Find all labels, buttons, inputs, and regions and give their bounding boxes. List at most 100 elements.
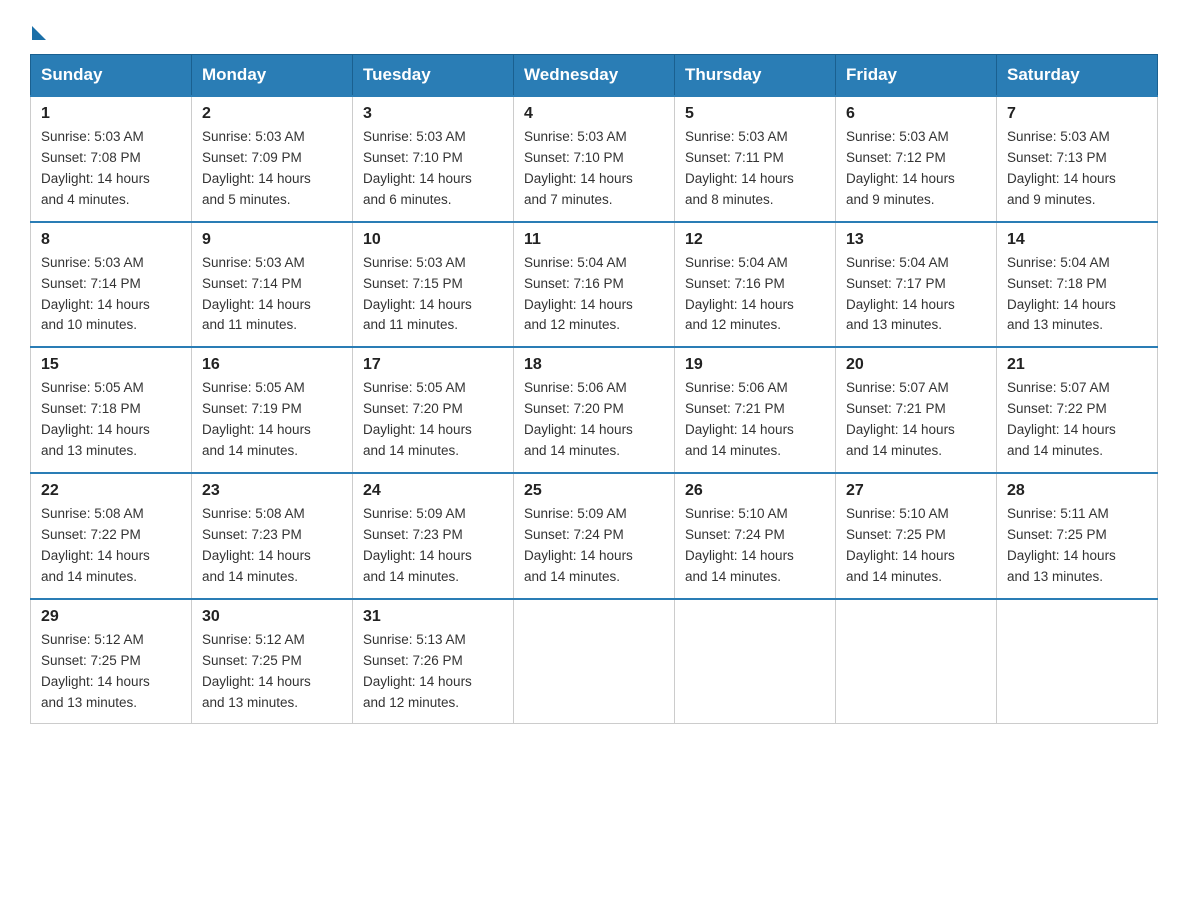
day-info: Sunrise: 5:03 AM Sunset: 7:11 PM Dayligh… — [685, 127, 825, 211]
day-number: 21 — [1007, 356, 1147, 374]
calendar-cell: 10 Sunrise: 5:03 AM Sunset: 7:15 PM Dayl… — [353, 222, 514, 348]
day-info: Sunrise: 5:12 AM Sunset: 7:25 PM Dayligh… — [202, 630, 342, 714]
calendar-cell — [836, 599, 997, 724]
column-header-thursday: Thursday — [675, 55, 836, 97]
day-info: Sunrise: 5:13 AM Sunset: 7:26 PM Dayligh… — [363, 630, 503, 714]
calendar-cell: 18 Sunrise: 5:06 AM Sunset: 7:20 PM Dayl… — [514, 347, 675, 473]
week-row-4: 22 Sunrise: 5:08 AM Sunset: 7:22 PM Dayl… — [31, 473, 1158, 599]
day-info: Sunrise: 5:06 AM Sunset: 7:20 PM Dayligh… — [524, 378, 664, 462]
calendar-cell: 2 Sunrise: 5:03 AM Sunset: 7:09 PM Dayli… — [192, 96, 353, 222]
day-number: 26 — [685, 482, 825, 500]
day-info: Sunrise: 5:09 AM Sunset: 7:24 PM Dayligh… — [524, 504, 664, 588]
day-info: Sunrise: 5:04 AM Sunset: 7:16 PM Dayligh… — [685, 253, 825, 337]
day-number: 17 — [363, 356, 503, 374]
day-number: 1 — [41, 105, 181, 123]
calendar-cell: 14 Sunrise: 5:04 AM Sunset: 7:18 PM Dayl… — [997, 222, 1158, 348]
day-number: 3 — [363, 105, 503, 123]
calendar-cell: 9 Sunrise: 5:03 AM Sunset: 7:14 PM Dayli… — [192, 222, 353, 348]
column-header-friday: Friday — [836, 55, 997, 97]
day-info: Sunrise: 5:03 AM Sunset: 7:09 PM Dayligh… — [202, 127, 342, 211]
day-number: 7 — [1007, 105, 1147, 123]
calendar-cell — [514, 599, 675, 724]
calendar-cell: 26 Sunrise: 5:10 AM Sunset: 7:24 PM Dayl… — [675, 473, 836, 599]
day-info: Sunrise: 5:03 AM Sunset: 7:08 PM Dayligh… — [41, 127, 181, 211]
day-number: 19 — [685, 356, 825, 374]
day-info: Sunrise: 5:04 AM Sunset: 7:18 PM Dayligh… — [1007, 253, 1147, 337]
day-number: 28 — [1007, 482, 1147, 500]
calendar-cell — [997, 599, 1158, 724]
day-number: 16 — [202, 356, 342, 374]
calendar-cell: 31 Sunrise: 5:13 AM Sunset: 7:26 PM Dayl… — [353, 599, 514, 724]
calendar-cell: 8 Sunrise: 5:03 AM Sunset: 7:14 PM Dayli… — [31, 222, 192, 348]
day-info: Sunrise: 5:03 AM Sunset: 7:10 PM Dayligh… — [524, 127, 664, 211]
day-number: 30 — [202, 608, 342, 626]
calendar-cell: 30 Sunrise: 5:12 AM Sunset: 7:25 PM Dayl… — [192, 599, 353, 724]
calendar-cell: 13 Sunrise: 5:04 AM Sunset: 7:17 PM Dayl… — [836, 222, 997, 348]
day-info: Sunrise: 5:04 AM Sunset: 7:17 PM Dayligh… — [846, 253, 986, 337]
calendar-cell: 16 Sunrise: 5:05 AM Sunset: 7:19 PM Dayl… — [192, 347, 353, 473]
calendar-cell: 20 Sunrise: 5:07 AM Sunset: 7:21 PM Dayl… — [836, 347, 997, 473]
day-info: Sunrise: 5:10 AM Sunset: 7:25 PM Dayligh… — [846, 504, 986, 588]
header — [30, 20, 1158, 38]
day-number: 5 — [685, 105, 825, 123]
calendar-cell: 22 Sunrise: 5:08 AM Sunset: 7:22 PM Dayl… — [31, 473, 192, 599]
calendar-cell: 23 Sunrise: 5:08 AM Sunset: 7:23 PM Dayl… — [192, 473, 353, 599]
calendar-cell: 29 Sunrise: 5:12 AM Sunset: 7:25 PM Dayl… — [31, 599, 192, 724]
column-header-saturday: Saturday — [997, 55, 1158, 97]
day-number: 22 — [41, 482, 181, 500]
day-number: 13 — [846, 231, 986, 249]
calendar-cell: 25 Sunrise: 5:09 AM Sunset: 7:24 PM Dayl… — [514, 473, 675, 599]
day-number: 12 — [685, 231, 825, 249]
day-info: Sunrise: 5:03 AM Sunset: 7:14 PM Dayligh… — [41, 253, 181, 337]
day-number: 2 — [202, 105, 342, 123]
day-info: Sunrise: 5:06 AM Sunset: 7:21 PM Dayligh… — [685, 378, 825, 462]
day-number: 4 — [524, 105, 664, 123]
day-number: 9 — [202, 231, 342, 249]
header-row: SundayMondayTuesdayWednesdayThursdayFrid… — [31, 55, 1158, 97]
day-number: 10 — [363, 231, 503, 249]
week-row-2: 8 Sunrise: 5:03 AM Sunset: 7:14 PM Dayli… — [31, 222, 1158, 348]
day-info: Sunrise: 5:03 AM Sunset: 7:12 PM Dayligh… — [846, 127, 986, 211]
day-info: Sunrise: 5:07 AM Sunset: 7:22 PM Dayligh… — [1007, 378, 1147, 462]
day-number: 15 — [41, 356, 181, 374]
day-info: Sunrise: 5:03 AM Sunset: 7:15 PM Dayligh… — [363, 253, 503, 337]
day-number: 31 — [363, 608, 503, 626]
calendar-cell: 7 Sunrise: 5:03 AM Sunset: 7:13 PM Dayli… — [997, 96, 1158, 222]
calendar-cell: 15 Sunrise: 5:05 AM Sunset: 7:18 PM Dayl… — [31, 347, 192, 473]
day-info: Sunrise: 5:12 AM Sunset: 7:25 PM Dayligh… — [41, 630, 181, 714]
calendar-cell: 11 Sunrise: 5:04 AM Sunset: 7:16 PM Dayl… — [514, 222, 675, 348]
column-header-tuesday: Tuesday — [353, 55, 514, 97]
day-number: 6 — [846, 105, 986, 123]
day-info: Sunrise: 5:11 AM Sunset: 7:25 PM Dayligh… — [1007, 504, 1147, 588]
calendar-cell: 1 Sunrise: 5:03 AM Sunset: 7:08 PM Dayli… — [31, 96, 192, 222]
day-number: 14 — [1007, 231, 1147, 249]
week-row-3: 15 Sunrise: 5:05 AM Sunset: 7:18 PM Dayl… — [31, 347, 1158, 473]
day-number: 20 — [846, 356, 986, 374]
day-info: Sunrise: 5:03 AM Sunset: 7:10 PM Dayligh… — [363, 127, 503, 211]
column-header-wednesday: Wednesday — [514, 55, 675, 97]
logo — [30, 20, 46, 38]
day-info: Sunrise: 5:10 AM Sunset: 7:24 PM Dayligh… — [685, 504, 825, 588]
logo-arrow-icon — [32, 26, 46, 40]
calendar-cell: 12 Sunrise: 5:04 AM Sunset: 7:16 PM Dayl… — [675, 222, 836, 348]
calendar-cell: 19 Sunrise: 5:06 AM Sunset: 7:21 PM Dayl… — [675, 347, 836, 473]
calendar-cell: 21 Sunrise: 5:07 AM Sunset: 7:22 PM Dayl… — [997, 347, 1158, 473]
week-row-5: 29 Sunrise: 5:12 AM Sunset: 7:25 PM Dayl… — [31, 599, 1158, 724]
day-info: Sunrise: 5:07 AM Sunset: 7:21 PM Dayligh… — [846, 378, 986, 462]
day-number: 29 — [41, 608, 181, 626]
calendar-cell: 4 Sunrise: 5:03 AM Sunset: 7:10 PM Dayli… — [514, 96, 675, 222]
day-number: 25 — [524, 482, 664, 500]
column-header-sunday: Sunday — [31, 55, 192, 97]
day-number: 18 — [524, 356, 664, 374]
day-info: Sunrise: 5:05 AM Sunset: 7:20 PM Dayligh… — [363, 378, 503, 462]
calendar-cell: 27 Sunrise: 5:10 AM Sunset: 7:25 PM Dayl… — [836, 473, 997, 599]
calendar-cell: 28 Sunrise: 5:11 AM Sunset: 7:25 PM Dayl… — [997, 473, 1158, 599]
day-info: Sunrise: 5:08 AM Sunset: 7:23 PM Dayligh… — [202, 504, 342, 588]
day-number: 8 — [41, 231, 181, 249]
day-number: 11 — [524, 231, 664, 249]
calendar-cell: 5 Sunrise: 5:03 AM Sunset: 7:11 PM Dayli… — [675, 96, 836, 222]
day-number: 24 — [363, 482, 503, 500]
calendar-cell: 3 Sunrise: 5:03 AM Sunset: 7:10 PM Dayli… — [353, 96, 514, 222]
calendar-cell — [675, 599, 836, 724]
day-number: 27 — [846, 482, 986, 500]
